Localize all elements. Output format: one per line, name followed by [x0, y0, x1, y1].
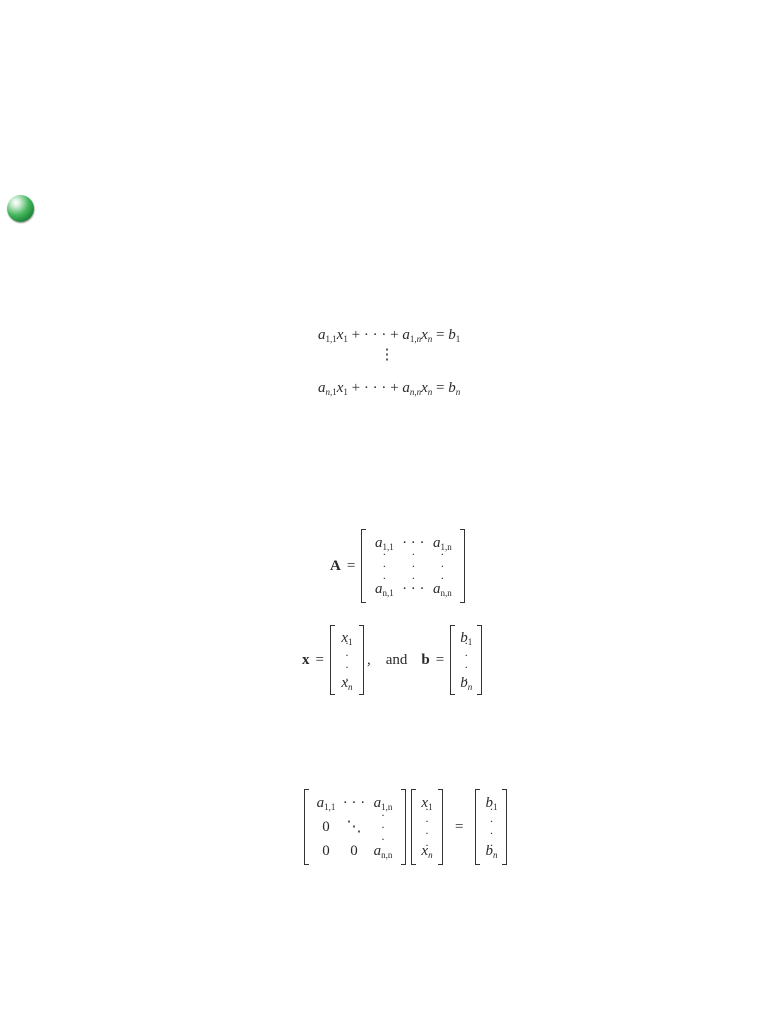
matrix-cells: a1,1 · · · a1,n · · · · · · · · · an,1 · · · a… [366, 529, 460, 603]
sub-part: 1, [409, 334, 417, 344]
zero-entry: 0 [350, 842, 358, 859]
sub: n [348, 681, 353, 692]
matrix-label: A [330, 557, 341, 574]
right-bracket [502, 789, 508, 865]
vector-cells: x1 · · · · xn [416, 789, 438, 865]
cell: xn [341, 675, 353, 692]
coef: a [402, 327, 410, 343]
vdots: · · · [382, 547, 387, 585]
equation-row-1: a1,1x1 + · · · + a1,nxn = b1 [318, 328, 468, 348]
vector-cells: x1 · · · · xn [335, 625, 359, 695]
matrix-a: a1,1 · · · a1,n · · · · · · · · · an,1 · · · a… [361, 529, 466, 603]
matrix-a-definition: A = a1,1 · · · a1,n · · · · · · · · · an,1 · ·… [330, 529, 466, 603]
sub: n [427, 334, 433, 344]
vdots: · · · [381, 808, 385, 846]
sub: 1 [455, 334, 461, 344]
cell: xn [421, 843, 433, 860]
var: x [421, 327, 428, 343]
upper-triangular-system: a1,1 · · · a1,n 0 ⋱ · · · 0 0 an,n x1 · · · ·… [304, 789, 508, 865]
sub: 1 [343, 387, 348, 397]
vector-x-label: x [302, 651, 310, 668]
entry: a [316, 794, 325, 811]
plus-dots: + · · · + [351, 327, 399, 343]
equation-row-n: an,1x1 + · · · + an,nxn = bn [318, 381, 468, 401]
sub: 1 [343, 334, 348, 344]
equals: = [315, 651, 324, 668]
vertical-dots: ⋮ [379, 347, 395, 363]
cell: an,n [373, 842, 393, 860]
green-bullet-icon [7, 195, 34, 222]
sub: 1,1 [325, 334, 337, 344]
cell: bn [485, 842, 498, 860]
sub: 1,1 [324, 801, 336, 812]
vdots: · · · [411, 547, 416, 585]
coef: a [318, 380, 326, 396]
right-bracket [477, 625, 483, 695]
sub: n,1 [382, 587, 394, 598]
ddots: ⋱ [346, 818, 362, 835]
sub: n [428, 849, 433, 860]
vector-x: x1 · · · · xn [411, 789, 443, 865]
sub: n [492, 849, 498, 860]
plus-dots: + · · · + [351, 380, 399, 396]
upper-triangular-matrix: a1,1 · · · a1,n 0 ⋱ · · · 0 0 an,n [304, 789, 406, 865]
sub: 1,n [410, 334, 421, 344]
sub: n,n [381, 849, 393, 860]
equals: = [435, 651, 445, 668]
cell: an,1 [375, 581, 394, 598]
right-bracket [460, 529, 466, 603]
vector-definitions: x = x1 · · · · xn , and b = b1 · · · · bn [302, 625, 483, 695]
vector-b: b1 · · · · bn [475, 789, 508, 865]
cell: an,n [433, 581, 452, 598]
right-bracket [358, 625, 364, 695]
rhs: b [448, 327, 456, 343]
zero-entry: 0 [322, 842, 330, 859]
sub: n [467, 681, 473, 692]
sub: n,n [440, 587, 452, 598]
cell: a1,1 [316, 794, 336, 812]
sub: n,n [409, 387, 422, 397]
vector-b-label: b [421, 651, 430, 668]
and-text: and [385, 651, 408, 668]
zero-entry: 0 [322, 818, 330, 835]
vector-x: x1 · · · · xn [329, 625, 364, 695]
entry: a [373, 842, 382, 859]
cdots: · · · [402, 580, 425, 597]
comma: , [366, 651, 371, 668]
vector-b: b1 · · · · bn [450, 625, 483, 695]
sub: n [427, 387, 433, 397]
linear-system: a1,1x1 + · · · + a1,nxn = b1 ⋮ an,1x1 + … [318, 328, 468, 401]
vector-cells: b1 · · · · bn [455, 625, 477, 695]
equals: = [346, 557, 356, 574]
vdots: · · · [440, 547, 445, 585]
right-bracket [401, 789, 406, 865]
vector-cells: b1 · · · · bn [480, 789, 502, 865]
rhs: b [448, 380, 456, 396]
var: x [421, 380, 428, 396]
coef: a [318, 327, 326, 343]
sub: ,1 [330, 387, 337, 397]
equals: = [436, 327, 445, 343]
cell: bn [460, 674, 473, 692]
sub: n [455, 387, 461, 397]
equals: = [455, 818, 464, 835]
entry: b [485, 842, 493, 859]
cdots: · · · [342, 794, 366, 811]
equals: = [436, 380, 445, 396]
entry: b [460, 674, 468, 691]
right-bracket [438, 789, 443, 865]
matrix-cells: a1,1 · · · a1,n 0 ⋱ · · · 0 0 an,n [309, 789, 401, 865]
coef: a [402, 380, 410, 396]
